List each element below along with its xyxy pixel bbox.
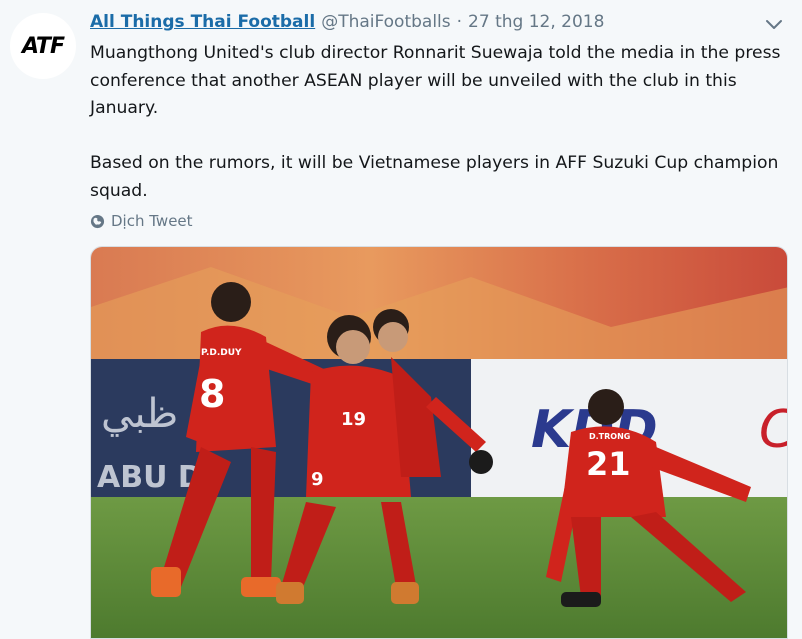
tweet-header: All Things Thai Football @ThaiFootballs … xyxy=(90,12,604,36)
jersey-number-9: 9 xyxy=(311,469,324,490)
author-handle[interactable]: @ThaiFootballs xyxy=(321,12,450,32)
translate-tweet-link[interactable]: Dịch Tweet xyxy=(90,211,193,231)
author-name-link[interactable]: All Things Thai Football xyxy=(90,12,315,32)
avatar-logo: ATF xyxy=(22,33,65,59)
tweet-card[interactable]: ATF All Things Thai Football @ThaiFootba… xyxy=(0,0,802,639)
banner-abu-text: ABU D xyxy=(97,460,203,495)
tweet-paragraph: Muangthong United's club director Ronnar… xyxy=(90,43,781,118)
tweet-text: Muangthong United's club director Ronnar… xyxy=(90,40,790,205)
chevron-down-icon[interactable] xyxy=(764,16,784,34)
banner-red-text: C xyxy=(759,400,788,460)
jersey-name-duy: P.D.DUY xyxy=(201,348,242,358)
jersey-number-8: 8 xyxy=(199,372,225,416)
tweet-photo[interactable]: ات ظبي ABU D KDD C 8 P.D.DUY xyxy=(90,246,788,639)
globe-icon xyxy=(90,214,105,228)
jersey-number-21: 21 xyxy=(586,445,631,483)
jersey-name-trong: D.TRONG xyxy=(589,432,630,441)
avatar[interactable]: ATF xyxy=(10,13,76,79)
celebration-photo: ات ظبي ABU D KDD C 8 P.D.DUY xyxy=(91,247,788,638)
tweet-date-link[interactable]: 27 thg 12, 2018 xyxy=(468,12,604,32)
separator-dot: · xyxy=(456,12,463,32)
jersey-number-19: 19 xyxy=(341,409,366,430)
translate-label: Dịch Tweet xyxy=(111,212,193,230)
tweet-paragraph: Based on the rumors, it will be Vietname… xyxy=(90,153,779,201)
